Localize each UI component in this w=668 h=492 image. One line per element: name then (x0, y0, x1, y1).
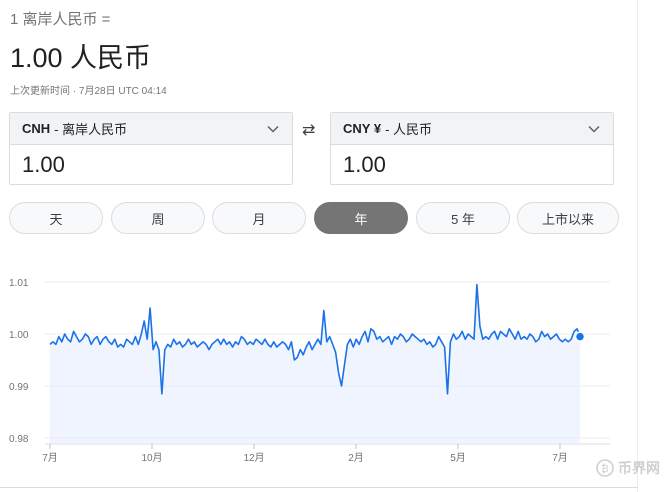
to-amount-input[interactable]: 1.00 (331, 145, 613, 185)
tab-day[interactable]: 天 (9, 202, 103, 234)
swap-icon[interactable]: ⇄ (302, 120, 315, 140)
to-currency-name: - 人民币 (385, 122, 433, 137)
x-tick-label: 12月 (243, 452, 264, 464)
svg-text:₿: ₿ (601, 463, 608, 475)
panel-divider (637, 0, 638, 492)
x-tick-label: 2月 (348, 452, 364, 464)
tab-5-years[interactable]: 5 年 (416, 202, 510, 234)
x-tick-label: 7月 (42, 452, 58, 464)
to-currency-select[interactable]: CNY ¥ - 人民币 (331, 113, 613, 145)
chart-area-fill (50, 284, 580, 444)
from-currency-box: CNH - 离岸人民币 1.00 (9, 112, 293, 185)
conversion-result: 1.00 人民币 (10, 43, 152, 73)
tab-max[interactable]: 上市以来 (517, 202, 619, 234)
chevron-down-icon (267, 125, 279, 133)
x-tick-label: 10月 (141, 452, 162, 464)
bottom-divider (0, 487, 638, 488)
chevron-down-icon (588, 125, 600, 133)
to-currency-box: CNY ¥ - 人民币 1.00 (330, 112, 614, 185)
from-currency-code: CNH (22, 121, 51, 136)
y-tick-label: 1.01 (9, 278, 29, 289)
x-tick-label: 7月 (552, 452, 568, 464)
y-tick-label: 0.98 (9, 434, 29, 445)
chart-current-point (574, 331, 586, 342)
tab-year[interactable]: 年 (314, 202, 408, 234)
from-currency-name: - 离岸人民币 (54, 122, 128, 137)
last-updated: 上次更新时间 · 7月28日 UTC 04:14 (10, 86, 167, 97)
y-tick-label: 1.00 (9, 330, 29, 341)
x-tick-label: 5月 (450, 452, 466, 464)
tab-month[interactable]: 月 (212, 202, 306, 234)
coin-logo-icon: ₿ (596, 459, 614, 477)
tab-week[interactable]: 周 (111, 202, 205, 234)
from-currency-select[interactable]: CNH - 离岸人民币 (10, 113, 292, 145)
to-currency-code: CNY ¥ (343, 121, 382, 136)
watermark: ₿ 币界网 (596, 458, 660, 478)
from-amount-input[interactable]: 1.00 (10, 145, 292, 185)
y-tick-label: 0.99 (9, 382, 29, 393)
conversion-subtitle: 1 离岸人民币 = (10, 11, 111, 28)
exchange-rate-chart[interactable]: 1.01 1.00 0.99 0.98 7月 10月 12月 2月 5月 7月 (0, 262, 668, 492)
